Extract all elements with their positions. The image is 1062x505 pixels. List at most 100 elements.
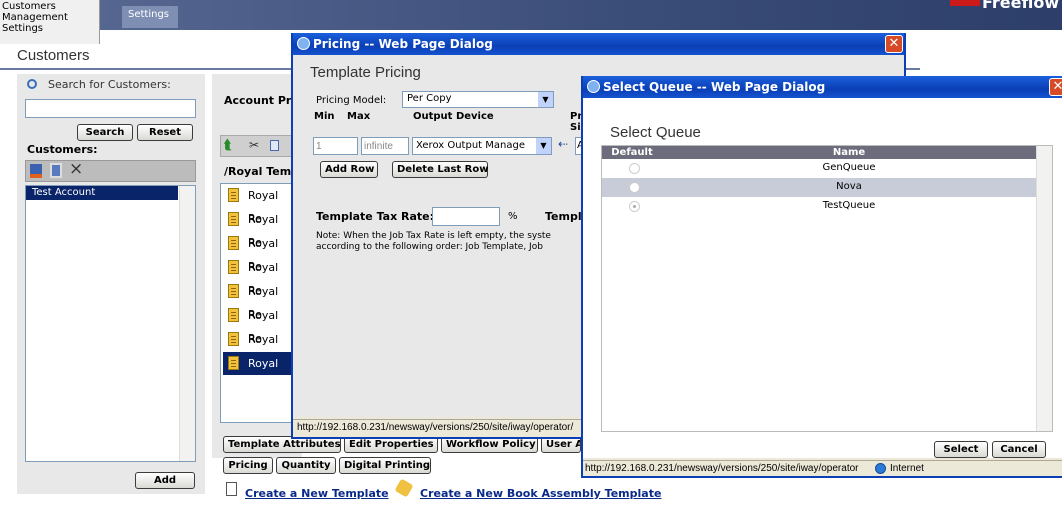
template-path: /Royal Tem <box>224 165 292 178</box>
add-row-button[interactable]: Add Row <box>320 161 378 178</box>
pricing-status-url: http://192.168.0.231/newsway/versions/25… <box>297 422 574 433</box>
template-item[interactable]: Royal Re <box>223 352 293 393</box>
max-input[interactable] <box>361 137 409 155</box>
template-doc-icon <box>228 332 239 346</box>
template-item[interactable]: Royal Re <box>223 328 293 369</box>
tax-note-line1: Note: When the Job Tax Rate is left empt… <box>316 231 551 241</box>
clipboard-icon[interactable] <box>50 163 62 178</box>
select-queue-dialog: Select Queue -- Web Page Dialog ✕ Select… <box>581 76 1062 478</box>
template-item[interactable]: Royal Re <box>223 184 293 225</box>
output-device-select[interactable]: Xerox Output Manage ▼ <box>412 137 552 155</box>
customers-label: Customers: <box>27 143 98 156</box>
delete-icon[interactable]: × <box>69 159 83 179</box>
add-customer-button[interactable]: Add <box>135 472 195 489</box>
delete-last-row-button[interactable]: Delete Last Row <box>392 161 488 178</box>
pricing-heading: Template Pricing <box>310 64 421 81</box>
reset-button[interactable]: Reset <box>137 124 193 141</box>
queue-row[interactable]: Nova <box>602 178 1036 197</box>
template-doc-icon <box>228 308 239 322</box>
save-icon[interactable] <box>30 164 42 178</box>
search-button[interactable]: Search <box>77 124 133 141</box>
template-tax-right-label: Templ <box>545 210 582 223</box>
customers-scrollbar[interactable] <box>179 186 195 461</box>
book-assembly-icon <box>394 478 414 498</box>
cancel-button[interactable]: Cancel <box>992 441 1046 458</box>
internet-zone-label: Internet <box>890 463 924 474</box>
page-title: Customers <box>17 47 90 64</box>
tab-digital-printing[interactable]: Digital Printing <box>339 457 431 474</box>
search-icon <box>27 79 37 89</box>
queue-status-bar: http://192.168.0.231/newsway/versions/25… <box>583 460 1062 476</box>
brand-logo-text: Freeflow <box>982 0 1060 12</box>
queue-name: GenQueue <box>822 162 876 173</box>
queue-row[interactable]: TestQueue <box>602 197 1036 216</box>
tab-quantity[interactable]: Quantity <box>276 457 336 474</box>
menu-item-settings[interactable]: Settings <box>2 22 43 35</box>
default-radio[interactable] <box>629 163 640 174</box>
radio-dot <box>633 205 636 208</box>
tax-rate-input[interactable] <box>432 207 500 226</box>
close-icon[interactable]: ✕ <box>1049 78 1062 96</box>
ie-icon <box>587 80 600 93</box>
ie-icon <box>297 37 310 50</box>
internet-zone-icon <box>875 463 886 474</box>
tax-rate-label: Template Tax Rate: <box>316 210 435 223</box>
close-icon[interactable]: ✕ <box>885 35 903 53</box>
queue-name: Nova <box>836 181 862 192</box>
template-doc-icon <box>228 284 239 298</box>
template-doc-icon <box>228 188 239 202</box>
new-template-icon <box>226 482 237 496</box>
queue-header-default: Default <box>602 146 662 159</box>
output-device-value: Xerox Output Manage <box>416 140 525 151</box>
pricing-model-select[interactable]: Per Copy ▼ <box>402 91 554 108</box>
col-si: Si <box>570 122 581 133</box>
search-input[interactable] <box>25 99 196 118</box>
create-template-link[interactable]: Create a New Template <box>245 487 389 500</box>
account-header: Account Pr <box>224 94 292 107</box>
pricing-dialog-titlebar[interactable]: Pricing -- Web Page Dialog <box>293 33 904 55</box>
up-arrow-icon[interactable]: ⮬ <box>224 138 232 153</box>
template-doc-icon <box>228 212 239 226</box>
pricing-model-value: Per Copy <box>407 93 452 104</box>
min-input[interactable] <box>313 137 358 155</box>
customers-list <box>25 185 196 462</box>
template-item[interactable]: Royal Re <box>223 304 293 345</box>
col-max: Max <box>347 111 371 122</box>
template-item[interactable]: Royal Re <box>223 256 293 297</box>
queue-row[interactable]: GenQueue <box>602 159 1036 178</box>
copy-icon[interactable] <box>270 140 279 151</box>
queue-name: TestQueue <box>822 200 876 211</box>
default-radio[interactable] <box>629 201 640 212</box>
create-book-assembly-link[interactable]: Create a New Book Assembly Template <box>420 487 661 500</box>
template-doc-icon <box>228 236 239 250</box>
template-item[interactable]: Royal Re <box>223 208 293 249</box>
select-button[interactable]: Select <box>934 441 988 458</box>
col-output-device: Output Device <box>413 111 494 122</box>
template-item-label: Royal Re <box>248 357 279 393</box>
queue-header-name: Name <box>662 146 1036 159</box>
queue-scrollbar[interactable] <box>1036 146 1052 431</box>
col-min: Min <box>314 111 335 122</box>
template-item[interactable]: Royal Re <box>223 232 293 273</box>
queue-dialog-titlebar[interactable]: Select Queue -- Web Page Dialog <box>583 76 1062 98</box>
chevron-down-icon[interactable]: ▼ <box>538 92 553 107</box>
pricing-dialog-title: Pricing -- Web Page Dialog <box>313 37 493 51</box>
template-item[interactable]: Royal Re <box>223 280 293 321</box>
template-doc-icon <box>228 260 239 274</box>
queue-status-url: http://192.168.0.231/newsway/versions/25… <box>585 463 859 474</box>
tax-unit: % <box>508 211 518 222</box>
pricing-model-label: Pricing Model: <box>316 95 387 106</box>
template-doc-icon <box>228 356 239 370</box>
brand-logo-bar <box>950 0 980 6</box>
search-label: Search for Customers: <box>48 78 171 91</box>
tax-note-line2: according to the following order: Job Te… <box>316 242 543 252</box>
cut-icon[interactable]: ✂ <box>249 138 259 152</box>
chevron-down-icon[interactable]: ▼ <box>536 138 551 154</box>
default-radio[interactable] <box>629 182 640 193</box>
queue-heading: Select Queue <box>610 124 701 141</box>
customer-item-selected[interactable]: Test Account <box>26 186 178 200</box>
tab-pricing[interactable]: Pricing <box>223 457 273 474</box>
link-arrow-icon: ⇠ <box>558 137 569 151</box>
queue-dialog-title: Select Queue -- Web Page Dialog <box>603 80 826 94</box>
tab-settings[interactable]: Settings <box>122 6 178 28</box>
